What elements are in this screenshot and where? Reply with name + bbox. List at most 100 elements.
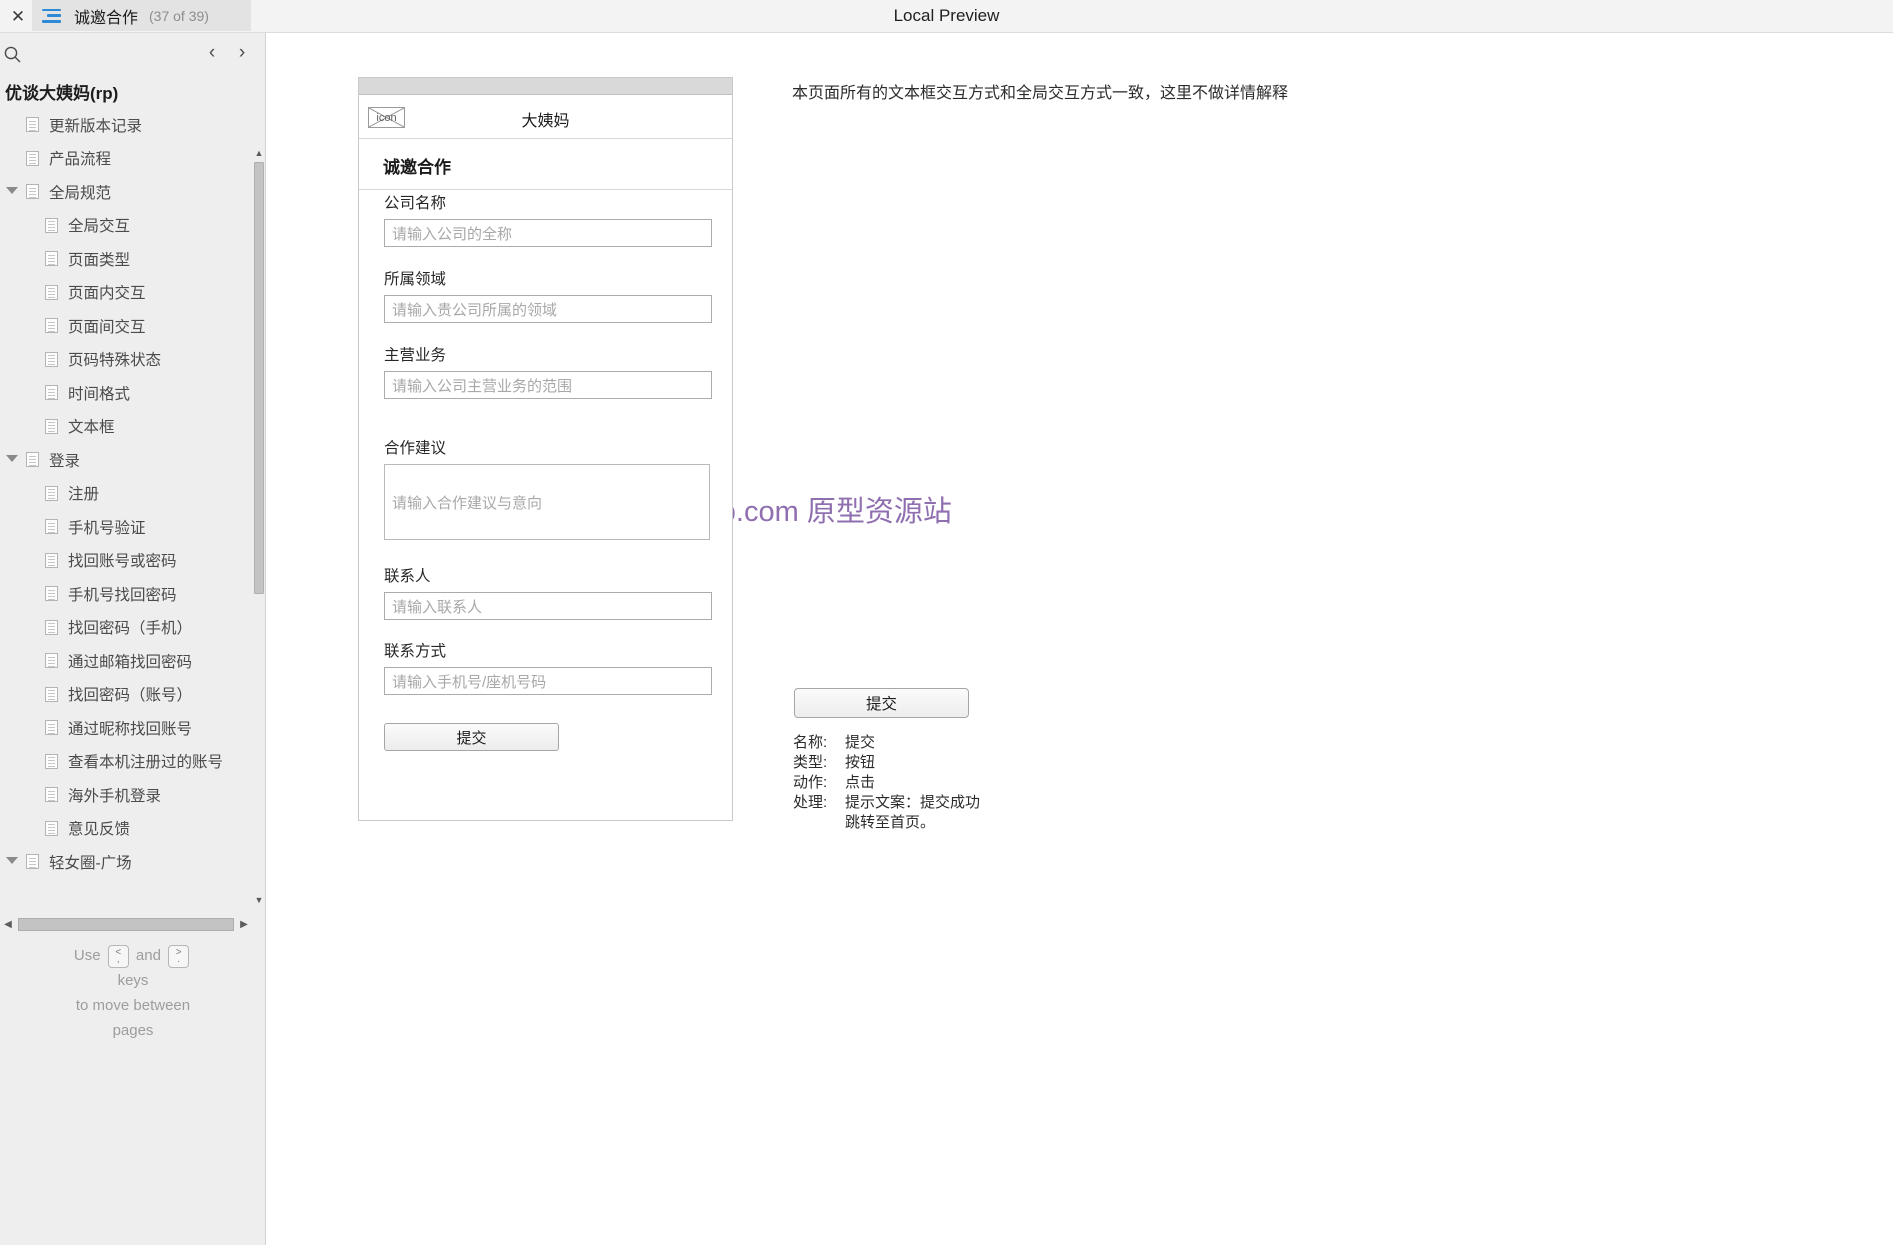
page-icon — [26, 184, 39, 200]
interaction-annotation: 名称: 提交 类型: 按钮 动作: 点击 处理: 提示文案：提交成功 跳转至首页。 — [793, 733, 980, 833]
tree-item-label: 海外手机登录 — [68, 787, 162, 805]
chevron-down-icon[interactable] — [6, 455, 18, 462]
tree-item[interactable]: 更新版本记录 — [0, 108, 252, 142]
page-icon — [45, 284, 58, 300]
tree-vertical-scrollbar[interactable]: ▲ ▼ — [252, 108, 265, 913]
page-tab-count: (37 of 39) — [149, 7, 209, 24]
chevron-down-icon[interactable] — [6, 187, 18, 194]
tree-item[interactable]: 全局规范 — [0, 175, 252, 209]
tree-item[interactable]: 通过邮箱找回密码 — [0, 644, 252, 678]
field-input[interactable]: 请输入联系人 — [384, 592, 712, 620]
tree-item-label: 全局规范 — [49, 184, 112, 202]
status-bar — [359, 78, 732, 95]
tree-item[interactable]: 页面类型 — [0, 242, 252, 276]
keyboard-hint-line3: to move between — [75, 997, 191, 1014]
page-icon — [26, 150, 39, 166]
tree-item-label: 意见反馈 — [68, 821, 131, 839]
scroll-down-arrow-icon[interactable]: ▼ — [252, 891, 265, 908]
tree-item-label: 页码特殊状态 — [68, 352, 162, 370]
tree-item[interactable]: 时间格式 — [0, 376, 252, 410]
horizontal-scroll-thumb[interactable] — [18, 917, 234, 931]
search-icon[interactable] — [3, 45, 22, 64]
prev-page-button[interactable]: ‹ — [200, 41, 224, 65]
tree-item[interactable]: 找回密码（账号） — [0, 678, 252, 712]
field-label: 联系人 — [384, 568, 431, 585]
tree-item[interactable]: 查看本机注册过的账号 — [0, 745, 252, 779]
annotation-row: 处理: 提示文案：提交成功 跳转至首页。 — [793, 793, 980, 833]
annotated-submit-button[interactable]: 提交 — [794, 688, 969, 718]
annotation-value: 点击 — [845, 774, 876, 791]
tree-item-label: 时间格式 — [68, 385, 131, 403]
scroll-right-arrow-icon[interactable]: ▶ — [236, 913, 252, 935]
page-tab[interactable]: 诚邀合作 (37 of 39) — [32, 0, 251, 31]
tree-item[interactable]: 手机号找回密码 — [0, 577, 252, 611]
page-icon — [45, 619, 58, 635]
annotation-row: 类型: 按钮 — [793, 753, 980, 773]
sidebar-toolbar: ‹ › — [0, 33, 265, 69]
tree-item[interactable]: 轻女圈-广场 — [0, 845, 252, 879]
next-page-button[interactable]: › — [230, 41, 254, 65]
page-icon — [45, 519, 58, 535]
chevron-down-icon[interactable] — [6, 857, 18, 864]
tree-item-label: 全局交互 — [68, 218, 131, 236]
tree-item[interactable]: 通过昵称找回账号 — [0, 711, 252, 745]
tree-item-label: 注册 — [68, 486, 100, 504]
project-title: 优谈大姨妈(rp) — [5, 84, 119, 103]
tree-item-label: 手机号验证 — [68, 519, 146, 537]
page-tree: 更新版本记录 产品流程全局规范全局交互页面类型页面内交互页面间交互页码特殊状态 时间… — [0, 108, 252, 898]
tree-item[interactable]: 注册 — [0, 477, 252, 511]
tree-item[interactable]: 页码特殊状态 — [0, 343, 252, 377]
field-placeholder: 请输入贵公司所属的领域 — [392, 301, 558, 319]
tree-item-label: 找回账号或密码 — [68, 553, 177, 571]
tree-item[interactable]: 全局交互 — [0, 209, 252, 243]
close-icon[interactable]: ✕ — [4, 0, 32, 32]
tree-item[interactable]: 手机号验证 — [0, 510, 252, 544]
tree-item-label: 登录 — [49, 452, 81, 470]
scroll-up-arrow-icon[interactable]: ▲ — [252, 144, 265, 161]
tree-item-label: 轻女圈-广场 — [49, 854, 132, 872]
field-input[interactable]: 请输入贵公司所属的领域 — [384, 295, 712, 323]
tree-horizontal-scrollbar[interactable]: ◀ ▶ — [0, 913, 252, 935]
tree-item-label: 页面类型 — [68, 251, 131, 269]
field-label: 联系方式 — [384, 643, 447, 660]
page-icon — [45, 586, 58, 602]
page-icon — [45, 820, 58, 836]
field-input[interactable]: 请输入公司主营业务的范围 — [384, 371, 712, 399]
keyboard-hint-line4: pages — [112, 1022, 154, 1039]
tree-item[interactable]: 页面内交互 — [0, 276, 252, 310]
page-icon — [45, 653, 58, 669]
sitemap-sidebar: ‹ › 优谈大姨妈(rp) 更新版本记录 产品流程全局规范全局交互页面类型页面内交… — [0, 33, 266, 1245]
hamburger-icon[interactable] — [42, 8, 61, 23]
page-icon — [45, 418, 58, 434]
tree-item[interactable]: 找回密码（手机） — [0, 611, 252, 645]
tree-item[interactable]: 产品流程 — [0, 142, 252, 176]
tree-item[interactable]: 文本框 — [0, 410, 252, 444]
page-icon — [45, 787, 58, 803]
phone-mockup: icon 大姨妈 诚邀合作 公司名称 请输入公司的全称 所属领域 请输入贵公司所属的领… — [358, 77, 733, 821]
tree-item[interactable]: 登录 — [0, 443, 252, 477]
field-input[interactable]: 请输入手机号/座机号码 — [384, 667, 712, 695]
field-textarea[interactable]: 请输入合作建议与意向 — [384, 464, 710, 540]
form-field: 主营业务请输入公司主营业务的范围 — [384, 343, 712, 399]
tree-item[interactable]: 海外手机登录 — [0, 778, 252, 812]
field-input[interactable]: 请输入公司的全称 — [384, 219, 712, 247]
scroll-left-arrow-icon[interactable]: ◀ — [0, 913, 16, 935]
tree-item[interactable]: 意见反馈 — [0, 812, 252, 846]
page-icon — [45, 385, 58, 401]
tree-item-label: 页面内交互 — [68, 285, 146, 303]
page-icon — [26, 117, 39, 133]
submit-button[interactable]: 提交 — [384, 723, 559, 751]
keyboard-hint: Use < , and > . keys to move between pag… — [0, 943, 265, 1043]
page-note: 本页面所有的文本框交互方式和全局交互方式一致，这里不做详情解释 — [792, 85, 1289, 102]
tree-item[interactable]: 找回账号或密码 — [0, 544, 252, 578]
field-placeholder: 请输入联系人 — [392, 598, 483, 616]
hint-use-label: Use — [73, 947, 101, 964]
prototype-canvas: 本页面所有的文本框交互方式和全局交互方式一致，这里不做详情解释 axurehub… — [267, 33, 1893, 1245]
tree-item[interactable]: 页面间交互 — [0, 309, 252, 343]
field-label: 主营业务 — [384, 347, 447, 364]
tree-item-label: 手机号找回密码 — [68, 586, 177, 604]
vertical-scroll-thumb[interactable] — [254, 162, 264, 594]
page-icon — [45, 318, 58, 334]
annotation-key: 名称: — [793, 734, 828, 751]
key-prev-bottom: , — [116, 953, 120, 965]
